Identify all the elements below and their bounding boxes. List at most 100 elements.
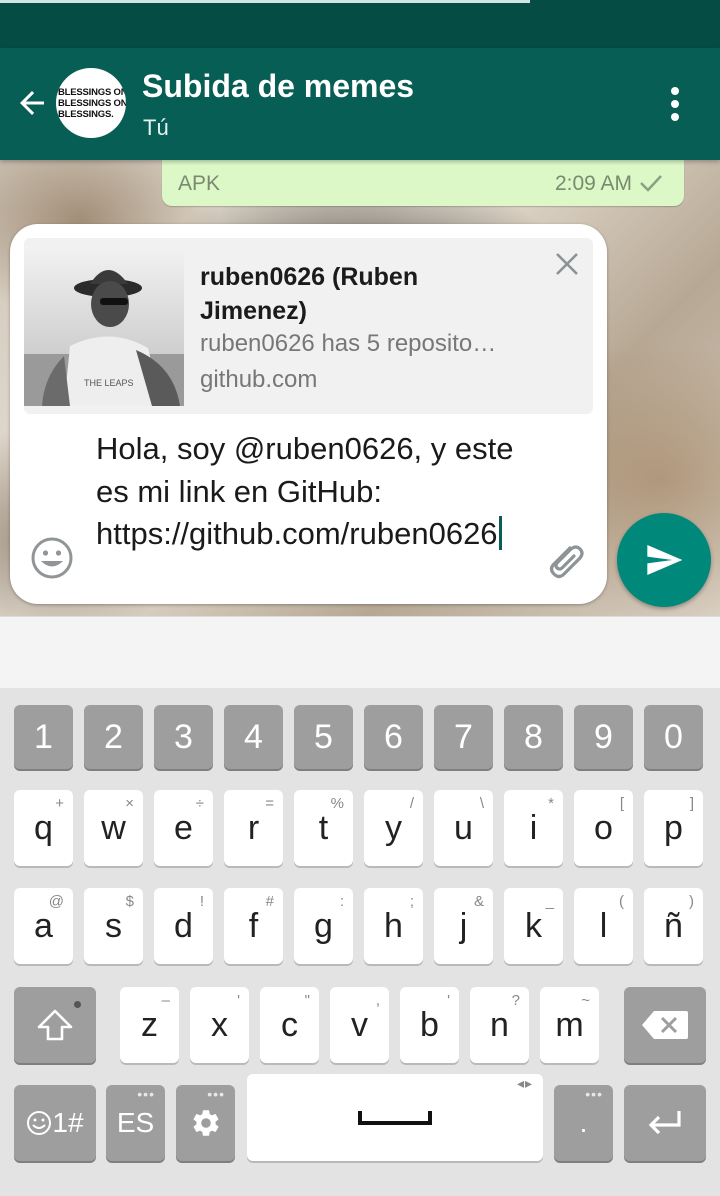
paperclip-icon[interactable] — [540, 536, 588, 584]
key-k[interactable]: _ k — [504, 888, 563, 964]
key-y[interactable]: / y — [364, 790, 423, 866]
key-z[interactable]: – z — [120, 987, 179, 1063]
key-7[interactable]: 7 — [434, 705, 493, 769]
key-1[interactable]: 1 — [14, 705, 73, 769]
key-o[interactable]: [o — [574, 790, 633, 866]
message-time: 2:09 AM — [554, 172, 632, 195]
key-enye[interactable]: ) ñ — [644, 888, 703, 964]
key-i[interactable]: * i — [504, 790, 563, 866]
key-hint: # — [265, 893, 274, 910]
key-hint: ÷ — [195, 795, 204, 812]
key-label: y — [385, 808, 402, 847]
key-3[interactable]: 3 — [154, 705, 213, 769]
keyboard: 1 2 3 4 5 6 7 8 9 0 + q × w ÷ e = r % t / y \ u… — [0, 688, 720, 1196]
symbols-label: 1# — [52, 1107, 84, 1138]
key-label: k — [525, 906, 542, 945]
key-g[interactable]: :g — [294, 888, 353, 964]
key-t[interactable]: % t — [294, 790, 353, 866]
gear-icon — [193, 1110, 218, 1136]
period-label: . — [579, 1107, 588, 1138]
key-label: z — [141, 1005, 158, 1044]
key-u[interactable]: \ u — [434, 790, 493, 866]
back-button[interactable] — [10, 78, 54, 128]
key-e[interactable]: ÷ e — [154, 790, 213, 866]
key-label: h — [384, 906, 403, 945]
key-label: o — [594, 808, 613, 847]
key-p[interactable]: ] p — [644, 790, 703, 866]
key-9[interactable]: 9 — [574, 705, 633, 769]
key-6[interactable]: 6 — [364, 705, 423, 769]
key-hint: ) — [689, 893, 694, 910]
key-hint: ! — [199, 893, 204, 910]
shift-indicator — [74, 1001, 81, 1008]
key-d[interactable]: ! d — [154, 888, 213, 964]
settings-key[interactable]: ••• — [176, 1085, 235, 1161]
key-v[interactable]: ,v — [330, 987, 389, 1063]
message-bubble[interactable]: APK 2:09 AM — [162, 160, 684, 206]
key-q[interactable]: + q — [14, 790, 73, 866]
keyboard-suggestion-strip[interactable] — [0, 616, 720, 688]
period-key[interactable]: ••• . — [554, 1085, 613, 1161]
close-icon[interactable] — [553, 250, 581, 278]
key-b[interactable]: ' b — [400, 987, 459, 1063]
key-hint: ~ — [581, 992, 590, 1009]
key-a[interactable]: @ a — [14, 888, 73, 964]
more-dots-icon: ••• — [585, 1086, 603, 1102]
dot-icon — [671, 113, 679, 121]
key-f[interactable]: # f — [224, 888, 283, 964]
key-label: f — [248, 906, 259, 945]
more-dots-icon: ••• — [207, 1086, 225, 1102]
more-dots-icon: ••• — [137, 1086, 155, 1102]
chat-subtitle: Tú — [143, 115, 169, 140]
key-l[interactable]: (l — [574, 888, 633, 964]
emoji-icon[interactable] — [30, 536, 74, 580]
message-input-text: Hola, soy @ruben0626, y este es mi link … — [96, 431, 523, 551]
key-hint: $ — [125, 893, 134, 910]
message-text: APK — [178, 172, 221, 195]
chat-title[interactable]: Subida de memes — [142, 68, 414, 105]
key-hint: ' — [237, 992, 240, 1009]
emoji-icon — [27, 1111, 52, 1135]
space-key[interactable]: ◂▸ — [247, 1074, 543, 1161]
backspace-key[interactable] — [624, 987, 706, 1063]
key-x[interactable]: ' x — [190, 987, 249, 1063]
key-8[interactable]: 8 — [504, 705, 563, 769]
more-options-button[interactable] — [660, 84, 690, 124]
key-m[interactable]: ~ m — [540, 987, 599, 1063]
avatar-text-line: BLESSINGS ON — [58, 86, 126, 98]
key-5[interactable]: 5 — [294, 705, 353, 769]
message-input[interactable]: Hola, soy @ruben0626, y este es mi link … — [96, 428, 536, 556]
key-0[interactable]: 0 — [644, 705, 703, 769]
key-4[interactable]: 4 — [224, 705, 283, 769]
key-n[interactable]: ? n — [470, 987, 529, 1063]
key-2[interactable]: 2 — [84, 705, 143, 769]
key-hint: % — [330, 795, 344, 812]
key-hint: @ — [48, 893, 64, 910]
cursor-arrows-icon: ◂▸ — [516, 1075, 533, 1091]
avatar-text-line: BLESSINGS ON — [58, 97, 126, 109]
key-r[interactable]: = r — [224, 790, 283, 866]
key-s[interactable]: $ s — [84, 888, 143, 964]
key-h[interactable]: ; h — [364, 888, 423, 964]
key-label: m — [555, 1005, 584, 1044]
shift-key[interactable] — [14, 987, 96, 1063]
dot-icon — [671, 87, 679, 95]
key-hint: \ — [479, 795, 484, 812]
key-w[interactable]: × w — [84, 790, 143, 866]
send-button[interactable] — [617, 513, 711, 607]
key-c[interactable]: " c — [260, 987, 319, 1063]
key-label: v — [351, 1005, 368, 1044]
arrow-back-icon — [20, 91, 44, 115]
key-j[interactable]: & j — [434, 888, 493, 964]
language-key[interactable]: ••• ES — [106, 1085, 165, 1161]
symbols-key[interactable]: 1# — [14, 1085, 96, 1161]
group-avatar[interactable]: BLESSINGS ON BLESSINGS ON BLESSINGS. — [56, 68, 126, 138]
enter-key[interactable] — [624, 1085, 706, 1161]
key-label: e — [174, 808, 193, 847]
send-icon — [647, 545, 683, 575]
key-hint: ; — [409, 893, 414, 910]
key-hint: _ — [545, 893, 554, 910]
key-hint: / — [409, 795, 414, 812]
key-hint: " — [304, 992, 310, 1009]
link-preview[interactable]: THE LEAPS ruben0626 (Ruben Jimenez) rube… — [24, 238, 593, 414]
